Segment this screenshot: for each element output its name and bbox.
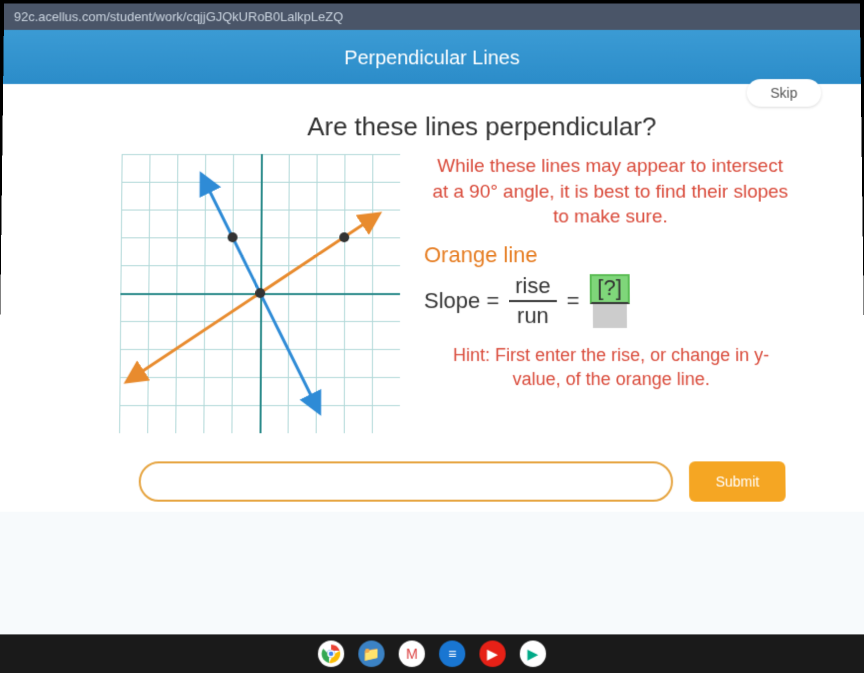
answer-denominator-input[interactable] <box>593 304 627 328</box>
fraction-numerator: rise <box>509 274 556 302</box>
answer-input[interactable] <box>139 461 674 501</box>
graph-dot <box>255 288 265 298</box>
graph-dot <box>339 232 349 242</box>
graph-dot <box>228 232 238 242</box>
submit-button[interactable]: Submit <box>689 461 785 501</box>
lesson-title: Perpendicular Lines <box>344 48 519 70</box>
orange-line-label: Orange line <box>424 242 803 268</box>
equals-sign: = <box>567 288 580 314</box>
content-area: Are these lines perpendicular? <box>0 84 864 512</box>
chrome-icon[interactable] <box>318 641 344 667</box>
lesson-header: Perpendicular Lines <box>3 30 861 84</box>
page-content: Perpendicular Lines Skip Are these lines… <box>0 30 864 650</box>
answer-numerator-input[interactable]: [?] <box>589 274 630 304</box>
answer-fraction: [?] <box>589 274 630 328</box>
hint-text: Hint: First enter the rise, or change in… <box>418 344 805 391</box>
gmail-icon[interactable]: M <box>399 641 425 667</box>
graph-lines <box>119 154 400 433</box>
question-text: Are these lines perpendicular? <box>122 112 842 143</box>
answer-row: Submit <box>139 461 786 501</box>
coordinate-graph <box>119 154 400 433</box>
skip-button[interactable]: Skip <box>746 79 821 107</box>
explanation-column: While these lines may appear to intersec… <box>418 154 805 433</box>
slope-label: Slope = <box>424 288 499 314</box>
orange-line <box>134 218 373 377</box>
explanation-text: While these lines may appear to intersec… <box>418 154 803 230</box>
rise-over-run: rise run <box>509 274 557 328</box>
url-bar: 92c.acellus.com/student/work/cqjjGJQkURo… <box>4 3 860 29</box>
docs-icon[interactable]: ≡ <box>439 641 465 667</box>
files-icon[interactable]: 📁 <box>358 641 384 667</box>
youtube-icon[interactable]: ▶ <box>479 641 505 667</box>
taskbar: 📁 M ≡ ▶ ▶ <box>0 634 864 673</box>
fraction-denominator: run <box>517 302 549 328</box>
slope-formula: Slope = rise run = [?] <box>424 274 804 328</box>
play-store-icon[interactable]: ▶ <box>520 641 546 667</box>
